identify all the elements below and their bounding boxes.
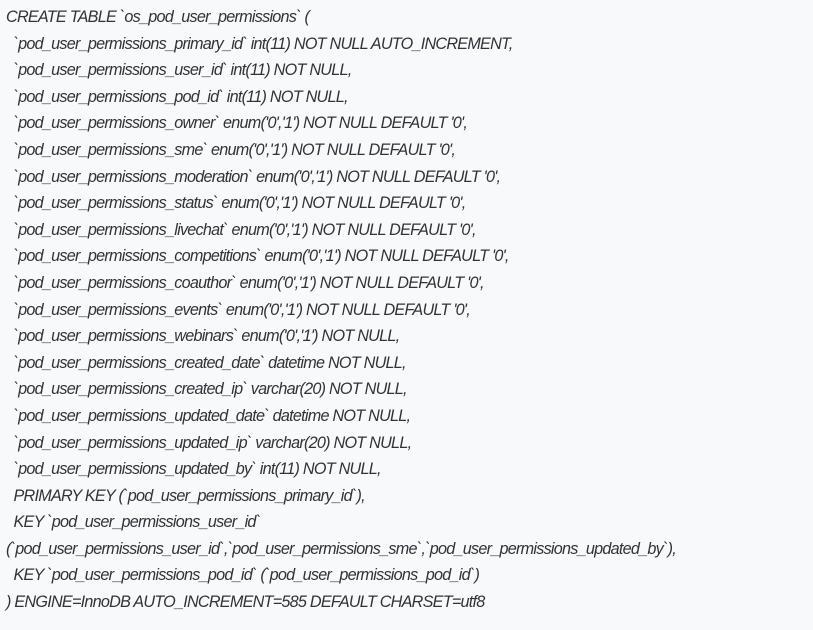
code-line-create-table: CREATE TABLE `os_pod_user_permissions` ( <box>6 8 310 26</box>
code-line-updated-date-column: `pod_user_permissions_updated_date` date… <box>6 406 411 425</box>
code-line-owner-column: `pod_user_permissions_owner` enum('0','1… <box>6 114 468 133</box>
code-line-status-column: `pod_user_permissions_status` enum('0','… <box>6 194 466 213</box>
code-line-primary-key: PRIMARY KEY (`pod_user_permissions_prima… <box>6 486 365 505</box>
code-line-updated-by-column: `pod_user_permissions_updated_by` int(11… <box>6 460 381 479</box>
code-line-primary-id-column: `pod_user_permissions_primary_id` int(11… <box>6 34 513 53</box>
code-line-created-date-column: `pod_user_permissions_created_date` date… <box>6 353 406 372</box>
sql-code-block[interactable]: CREATE TABLE `os_pod_user_permissions` (… <box>0 0 813 630</box>
code-line-livechat-column: `pod_user_permissions_livechat` enum('0'… <box>6 220 476 239</box>
code-line-sme-column: `pod_user_permissions_sme` enum('0','1')… <box>6 140 456 159</box>
code-line-user-id-key-columns: (`pod_user_permissions_user_id`,`pod_use… <box>6 539 677 558</box>
code-line-webinars-column: `pod_user_permissions_webinars` enum('0'… <box>6 327 400 346</box>
code-line-table-options: ) ENGINE=InnoDB AUTO_INCREMENT=585 DEFAU… <box>6 593 485 612</box>
code-line-user-id-key: KEY `pod_user_permissions_user_id` <box>6 513 261 532</box>
code-line-updated-ip-column: `pod_user_permissions_updated_ip` varcha… <box>6 433 412 452</box>
code-line-user-id-column: `pod_user_permissions_user_id` int(11) N… <box>6 61 352 80</box>
code-line-pod-id-key: KEY `pod_user_permissions_pod_id` (`pod_… <box>6 566 480 585</box>
code-line-pod-id-column: `pod_user_permissions_pod_id` int(11) NO… <box>6 87 348 106</box>
code-line-competitions-column: `pod_user_permissions_competitions` enum… <box>6 247 509 266</box>
code-line-created-ip-column: `pod_user_permissions_created_ip` varcha… <box>6 380 407 399</box>
code-line-coauthor-column: `pod_user_permissions_coauthor` enum('0'… <box>6 273 484 292</box>
code-line-events-column: `pod_user_permissions_events` enum('0','… <box>6 300 471 319</box>
code-line-moderation-column: `pod_user_permissions_moderation` enum('… <box>6 167 501 186</box>
